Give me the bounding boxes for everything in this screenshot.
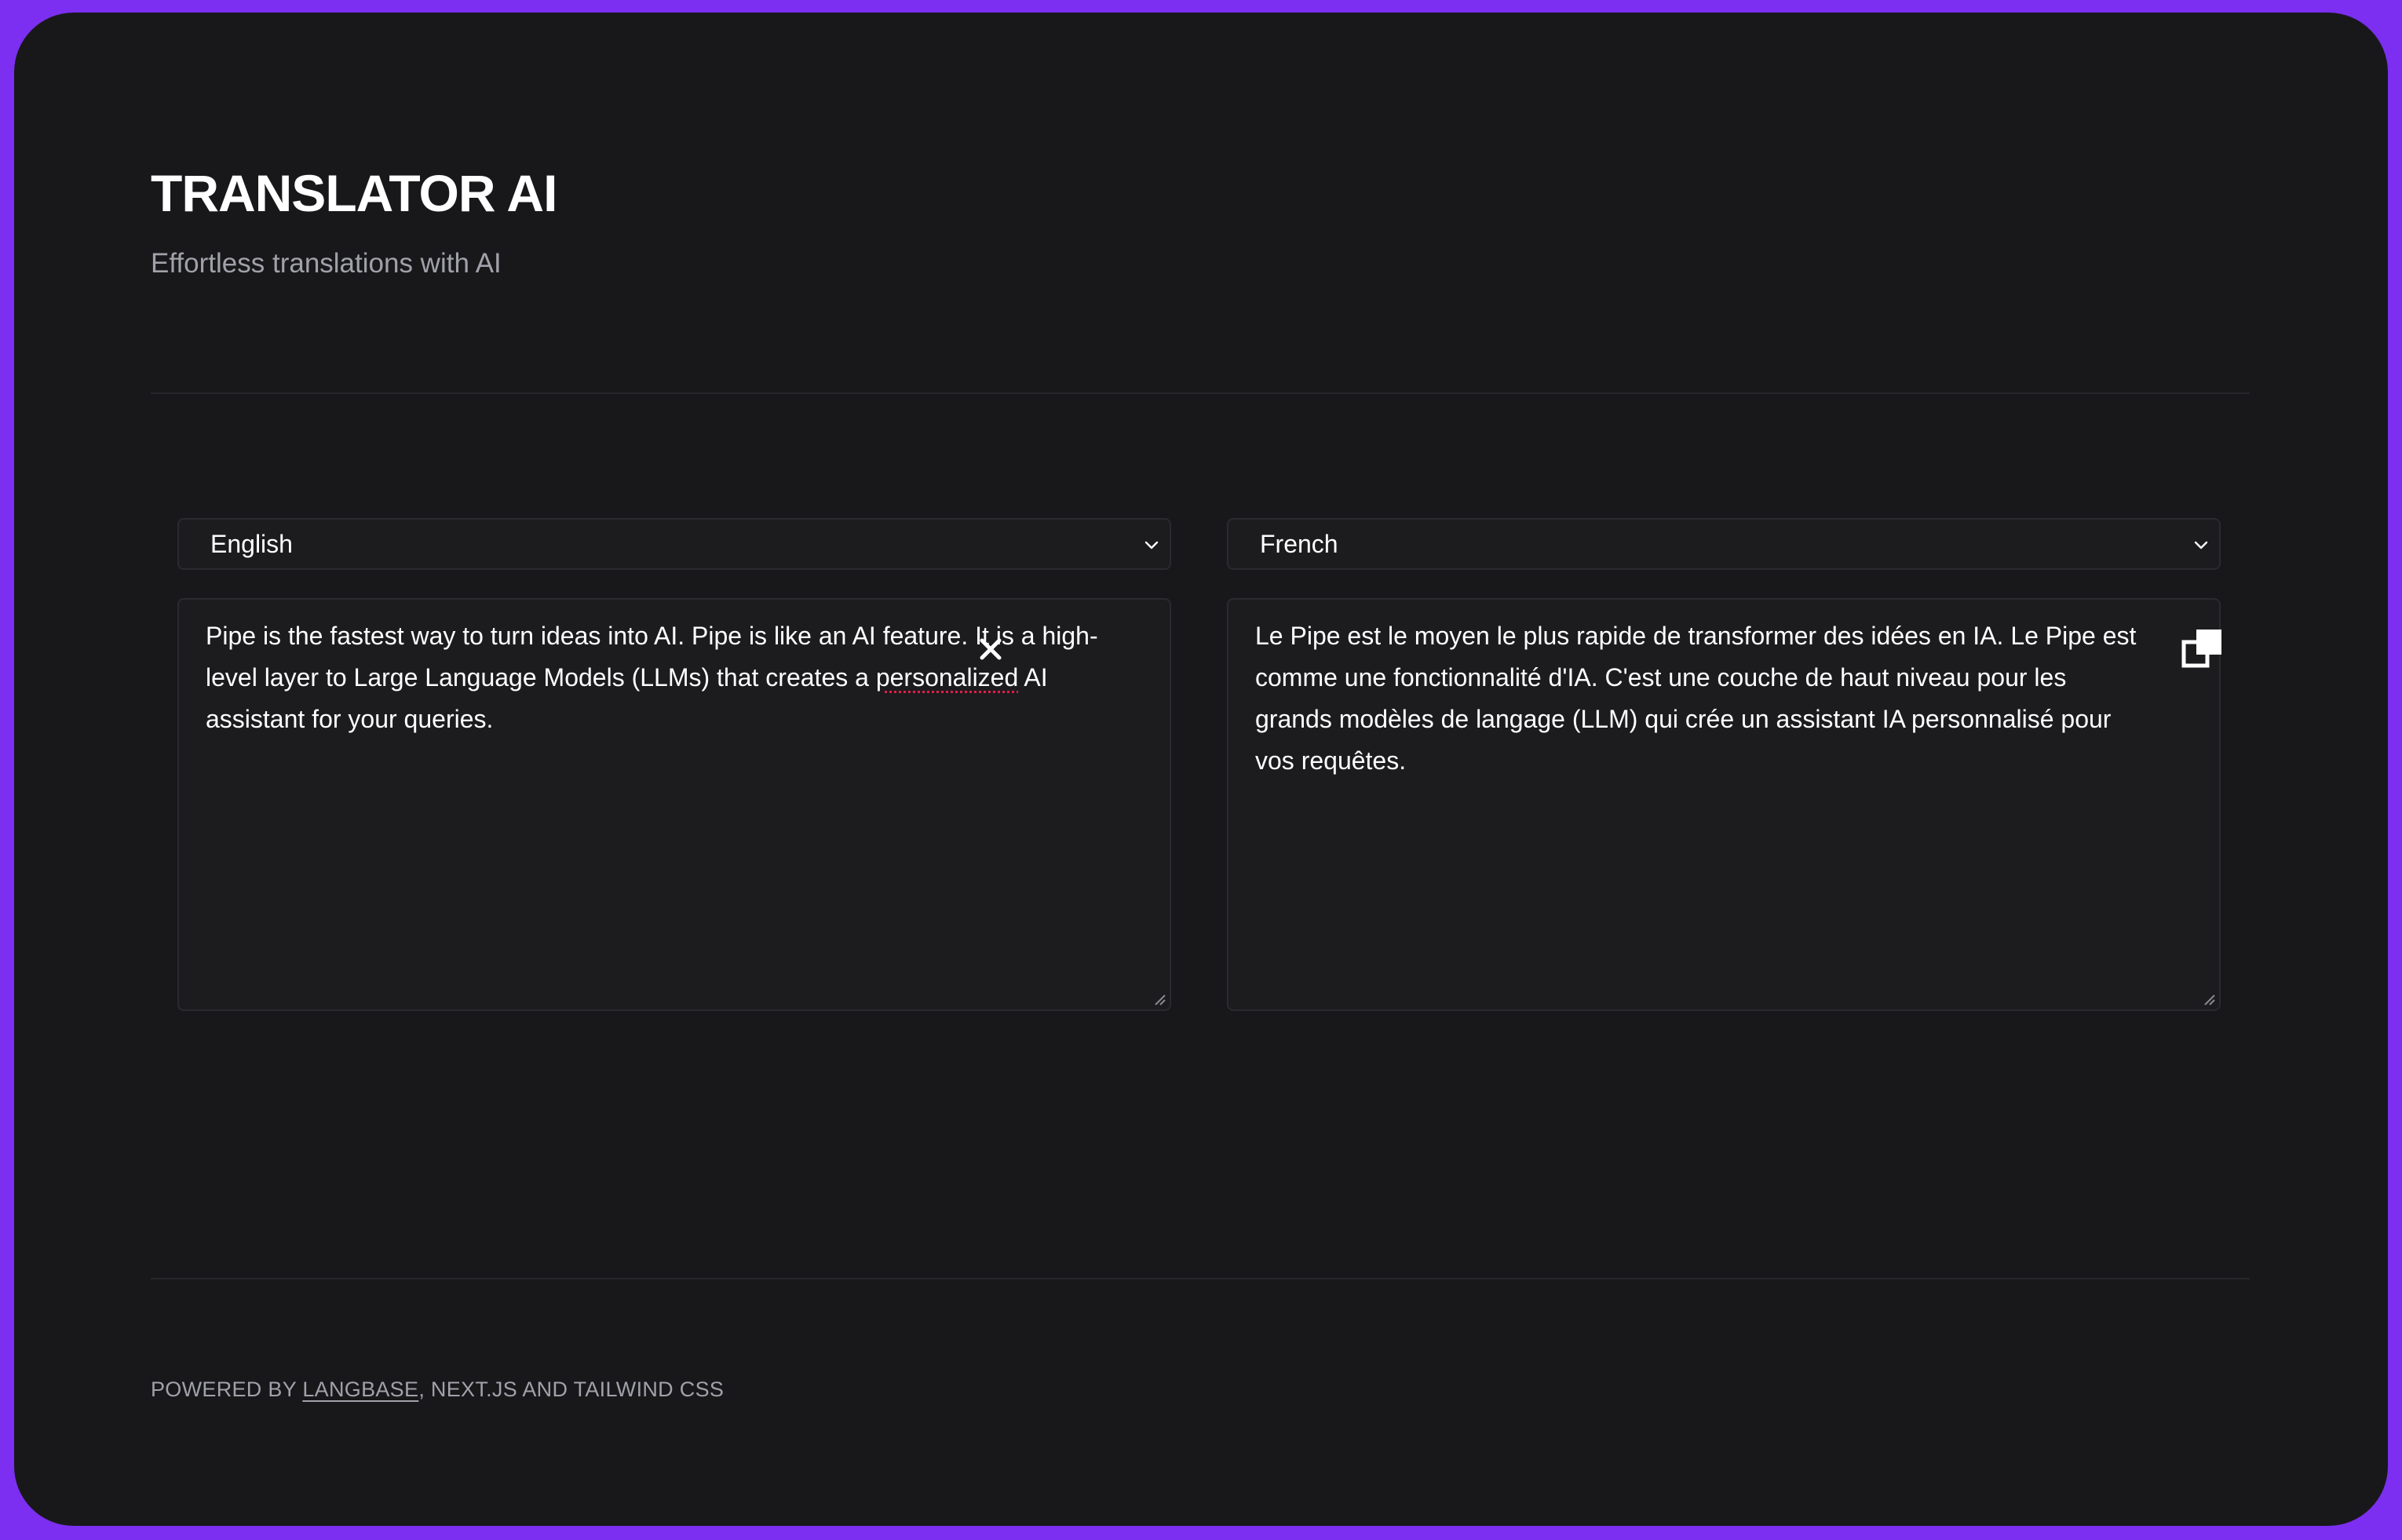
misspelled-word: personalized [875, 663, 1019, 692]
header-divider [151, 392, 2250, 394]
chevron-down-icon [1144, 541, 1159, 549]
footer-prefix: POWERED BY [151, 1378, 303, 1401]
target-language-select[interactable]: French [1227, 518, 2221, 570]
translated-text-output[interactable]: Le Pipe est le moyen le plus rapide de t… [1227, 598, 2221, 1011]
resize-handle-icon[interactable] [2202, 992, 2216, 1006]
app-window: TRANSLATOR AI Effortless translations wi… [14, 13, 2388, 1526]
footer-divider [151, 1278, 2250, 1279]
close-icon [980, 638, 1002, 660]
target-language-value: French [1260, 530, 1338, 558]
langbase-link[interactable]: LANGBASE [302, 1378, 418, 1401]
header: TRANSLATOR AI Effortless translations wi… [151, 157, 557, 283]
resize-handle-icon[interactable] [1152, 992, 1166, 1006]
page-title: TRANSLATOR AI [151, 164, 557, 222]
chevron-down-icon [2194, 541, 2208, 549]
source-language-select[interactable]: English [177, 518, 1171, 570]
copy-translation-button[interactable] [2179, 626, 2225, 672]
copy-icon [2181, 630, 2221, 668]
source-text[interactable]: Pipe is the fastest way to turn ideas in… [206, 615, 1101, 740]
clear-text-button[interactable] [973, 631, 1009, 667]
page-subtitle: Effortless translations with AI [151, 248, 502, 279]
footer: POWERED BY LANGBASE, NEXT.JS AND TAILWIN… [151, 1374, 724, 1405]
source-text-input[interactable]: Pipe is the fastest way to turn ideas in… [177, 598, 1171, 1011]
source-language-value: English [210, 530, 293, 558]
footer-suffix: , NEXT.JS AND TAILWIND CSS [418, 1378, 725, 1401]
translated-text[interactable]: Le Pipe est le moyen le plus rapide de t… [1255, 615, 2150, 782]
